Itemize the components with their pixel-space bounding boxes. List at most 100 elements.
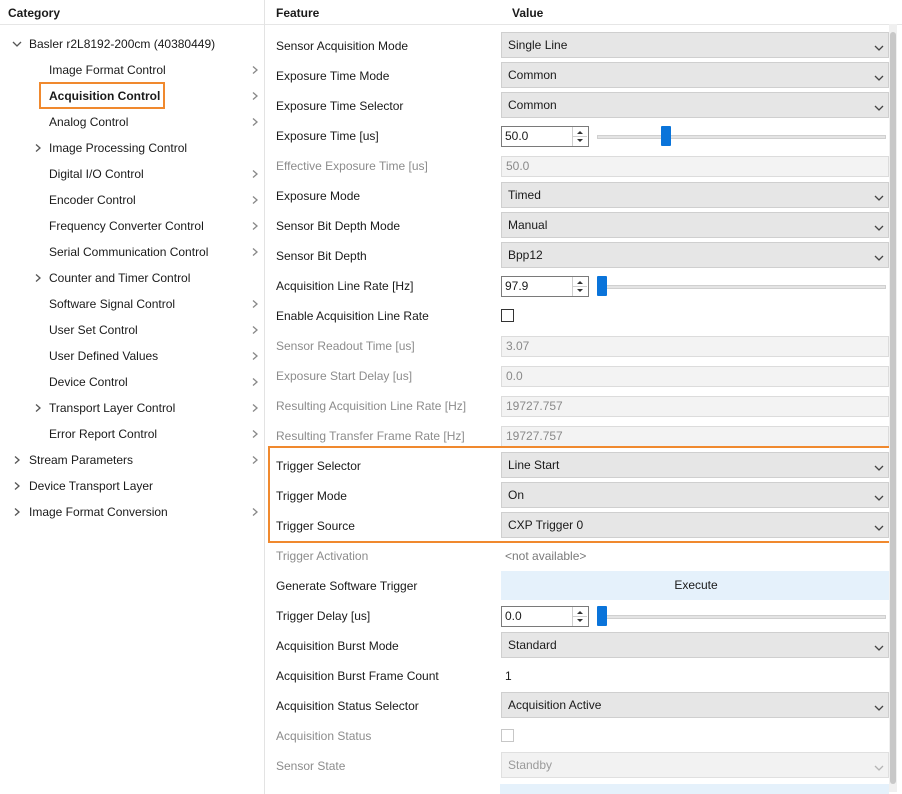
tree-item[interactable]: Error Report Control <box>49 421 157 447</box>
value-dropdown[interactable]: Common <box>501 62 889 88</box>
feature-label: Acquisition Line Rate [Hz] <box>276 279 414 293</box>
execute-button[interactable]: Execute <box>501 571 891 600</box>
feature-label: Resulting Acquisition Line Rate [Hz] <box>276 399 467 413</box>
tree-item[interactable]: Basler r2L8192-200cm (40380449) <box>29 31 215 57</box>
readonly-field: 50.0 <box>501 156 889 177</box>
slider-thumb[interactable] <box>660 126 671 146</box>
dropdown-value: Standby <box>508 758 553 772</box>
spin-arrows-icon <box>573 281 587 292</box>
readonly-field: 0.0 <box>501 366 889 387</box>
feature-value-text: 1 <box>505 669 512 683</box>
slider-thumb[interactable] <box>597 276 607 296</box>
tree-item[interactable]: Device Control <box>49 369 128 395</box>
feature-label: Sensor Readout Time [us] <box>276 339 415 353</box>
readonly-field: 3.07 <box>501 336 889 357</box>
slider-track[interactable] <box>597 615 886 619</box>
tree-item[interactable]: Transport Layer Control <box>49 395 175 421</box>
feature-label: Acquisition Status Selector <box>276 699 419 713</box>
feature-label: Generate Software Trigger <box>276 579 418 593</box>
feature-row: Sensor Bit Depth Mode Manual <box>265 211 902 241</box>
tree-item[interactable]: Analog Control <box>49 109 128 135</box>
feature-label: Acquisition Status <box>276 729 372 743</box>
tree-item[interactable]: Software Signal Control <box>49 291 175 317</box>
dropdown-value: Bpp12 <box>508 248 543 262</box>
value-header: Value <box>512 6 544 20</box>
feature-checkbox[interactable] <box>501 309 514 322</box>
feature-row: Acquisition Burst Mode Standard <box>265 631 902 661</box>
tree-item[interactable]: User Set Control <box>49 317 138 343</box>
tree-item[interactable]: Image Processing Control <box>49 135 187 161</box>
feature-row: Effective Exposure Time [us] 50.0 <box>265 151 902 181</box>
tree-item[interactable]: Encoder Control <box>49 187 136 213</box>
spin-arrows-icon <box>573 611 587 622</box>
readonly-value: 0.0 <box>506 369 523 383</box>
tree-item[interactable]: Frequency Converter Control <box>49 213 204 239</box>
dropdown-value: Timed <box>508 188 541 202</box>
chevron-down-icon <box>874 101 884 111</box>
feature-label: Exposure Time Mode <box>276 69 390 83</box>
feature-label: Exposure Start Delay [us] <box>276 369 413 383</box>
tree-item[interactable]: User Defined Values <box>49 343 158 369</box>
chevron-down-icon <box>874 761 884 771</box>
feature-label: Trigger Delay [us] <box>276 609 371 623</box>
tree-item[interactable]: Image Format Conversion <box>29 499 168 525</box>
value-spinbox[interactable]: 50.0 <box>501 126 589 147</box>
readonly-field: 19727.757 <box>501 396 889 417</box>
partial-row-bottom <box>500 784 889 794</box>
feature-label: Acquisition Burst Mode <box>276 639 399 653</box>
submenu-chevron-icon <box>250 395 260 421</box>
tree-item[interactable]: Digital I/O Control <box>49 161 144 187</box>
tree-item[interactable]: Image Format Control <box>49 57 166 83</box>
slider-track[interactable] <box>597 285 886 289</box>
value-spinbox[interactable]: 97.9 <box>501 276 589 297</box>
value-dropdown[interactable]: Timed <box>501 182 889 208</box>
value-dropdown[interactable]: Bpp12 <box>501 242 889 268</box>
value-dropdown[interactable]: Standard <box>501 632 889 658</box>
feature-label: Effective Exposure Time [us] <box>276 159 428 173</box>
dropdown-value: Standard <box>508 638 557 652</box>
chevron-down-icon <box>874 701 884 711</box>
expand-icon[interactable] <box>12 499 22 525</box>
expand-icon[interactable] <box>33 135 43 161</box>
tree-item[interactable]: Serial Communication Control <box>49 239 208 265</box>
submenu-chevron-icon <box>250 109 260 135</box>
dropdown-value: Common <box>508 68 557 82</box>
spin-arrows-icon <box>573 131 587 142</box>
category-panel: Category Basler r2L8192-200cm (40380449)… <box>0 0 265 794</box>
feature-label: Trigger Activation <box>276 549 369 563</box>
feature-label: Exposure Time [us] <box>276 129 379 143</box>
selected-category-highlight <box>39 82 165 109</box>
tree-item[interactable]: Stream Parameters <box>29 447 133 473</box>
value-dropdown[interactable]: Acquisition Active <box>501 692 889 718</box>
slider-thumb[interactable] <box>597 606 607 626</box>
expand-icon[interactable] <box>33 395 43 421</box>
feature-row: Trigger Delay [us] 0.0 <box>265 601 902 631</box>
dropdown-value: Common <box>508 98 557 112</box>
expand-icon[interactable] <box>12 447 22 473</box>
value-dropdown[interactable]: Common <box>501 92 889 118</box>
collapse-icon[interactable] <box>12 31 22 57</box>
expand-icon[interactable] <box>33 265 43 291</box>
value-dropdown[interactable]: Manual <box>501 212 889 238</box>
spin-buttons[interactable] <box>572 607 588 626</box>
feature-label: Enable Acquisition Line Rate <box>276 309 429 323</box>
value-spinbox[interactable]: 0.0 <box>501 606 589 627</box>
spinbox-value: 0.0 <box>505 609 522 623</box>
feature-row: Sensor Acquisition Mode Single Line <box>265 31 902 61</box>
slider-track[interactable] <box>597 135 886 139</box>
feature-row: Sensor State Standby <box>265 751 902 781</box>
expand-icon[interactable] <box>12 473 22 499</box>
header-divider <box>265 24 902 25</box>
readonly-value: 19727.757 <box>506 399 563 413</box>
feature-label: Acquisition Burst Frame Count <box>276 669 439 683</box>
spin-buttons[interactable] <box>572 127 588 146</box>
value-dropdown[interactable]: Single Line <box>501 32 889 58</box>
feature-row: Exposure Time Mode Common <box>265 61 902 91</box>
spin-buttons[interactable] <box>572 277 588 296</box>
tree-item[interactable]: Counter and Timer Control <box>49 265 190 291</box>
scrollbar-thumb[interactable] <box>890 32 896 784</box>
tree-item[interactable]: Device Transport Layer <box>29 473 153 499</box>
feature-header: Feature <box>276 6 320 20</box>
feature-row: Exposure Time Selector Common <box>265 91 902 121</box>
feature-label: Sensor Acquisition Mode <box>276 39 409 53</box>
